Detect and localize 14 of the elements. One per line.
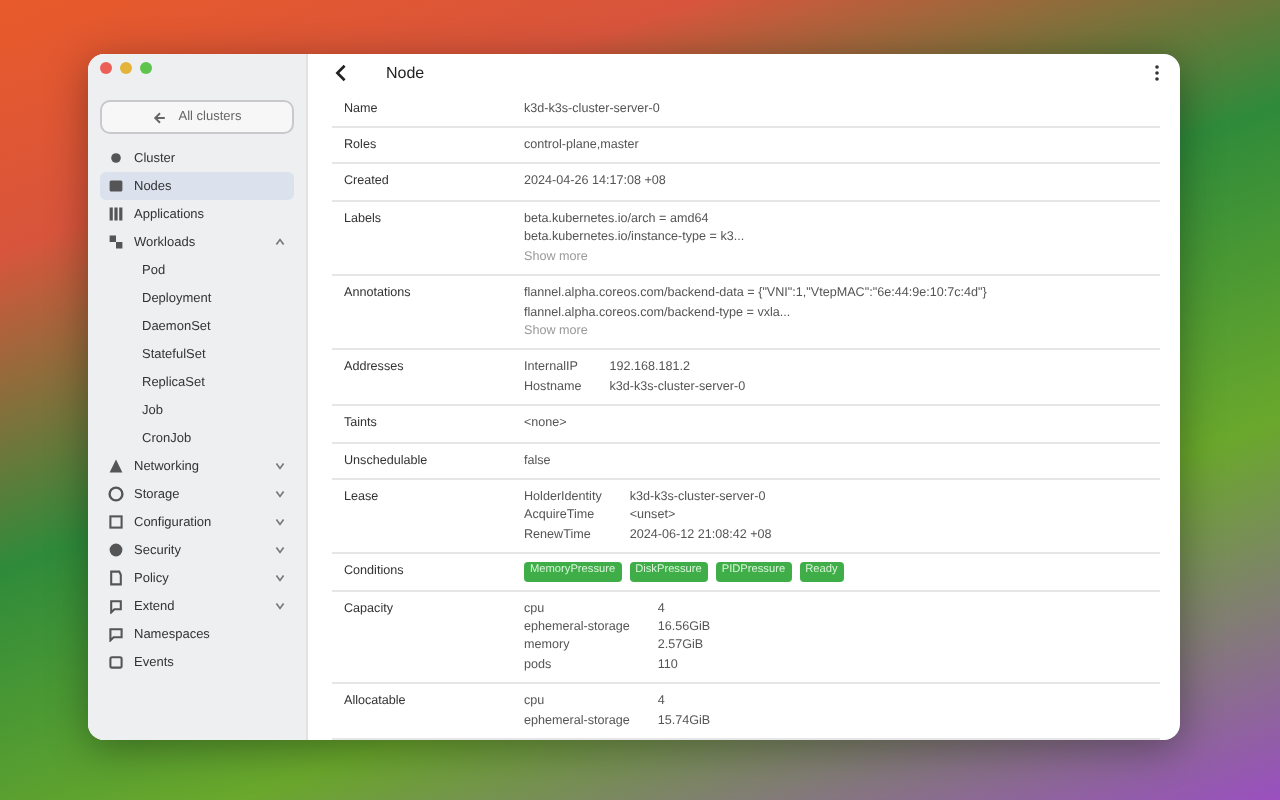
back-chevron-icon[interactable] xyxy=(332,63,350,82)
more-icon[interactable] xyxy=(1154,63,1160,82)
close-icon[interactable] xyxy=(100,62,112,74)
chevron-down-icon xyxy=(274,460,286,472)
back-arrow-icon xyxy=(152,109,169,125)
chevron-down-icon xyxy=(274,600,286,612)
chevron-down-icon xyxy=(274,516,286,528)
chevron-down-icon xyxy=(274,544,286,556)
page-title: Node xyxy=(386,63,427,82)
chevron-down-icon xyxy=(274,488,286,500)
zoom-icon[interactable] xyxy=(140,62,152,74)
chevron-up-icon xyxy=(274,236,286,248)
minimize-icon[interactable] xyxy=(120,62,132,74)
chevron-down-icon xyxy=(274,572,286,584)
